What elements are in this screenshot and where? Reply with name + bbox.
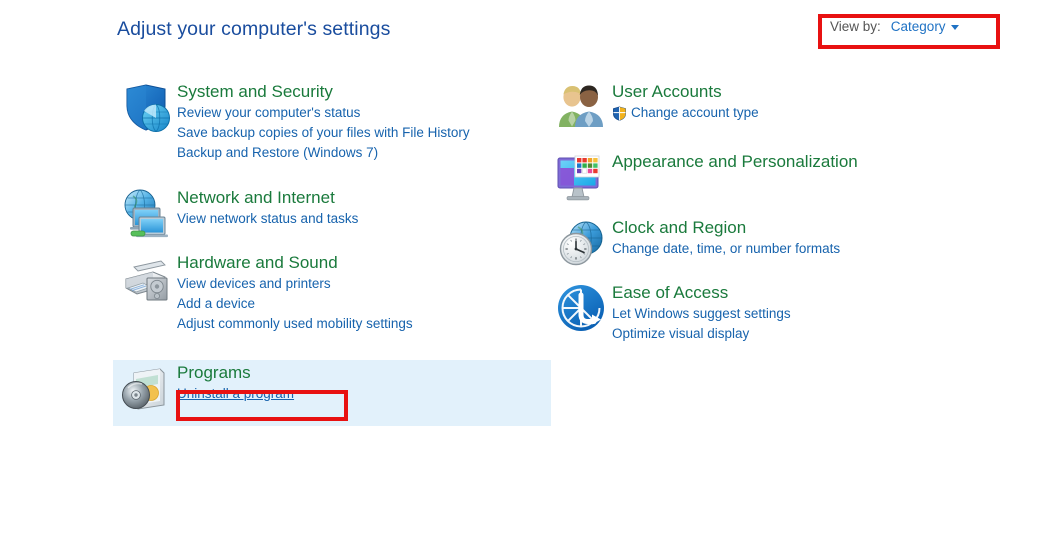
- category-text-block: Hardware and Sound View devices and prin…: [177, 251, 413, 334]
- category-text-block: User Accounts Change account type: [612, 80, 759, 123]
- link-review-your-computers-status[interactable]: Review your computer's status: [177, 103, 360, 123]
- category-user-accounts[interactable]: User Accounts Change account type: [550, 80, 759, 136]
- link-row: Add a device: [177, 294, 413, 314]
- control-panel-page: { "page": { "title": "Adjust your comput…: [0, 0, 1041, 537]
- link-let-windows-suggest-settings[interactable]: Let Windows suggest settings: [612, 304, 791, 324]
- chevron-down-icon: [951, 25, 959, 30]
- shield-globe-icon: [115, 80, 177, 136]
- link-row: Let Windows suggest settings: [612, 304, 791, 324]
- link-optimize-visual-display[interactable]: Optimize visual display: [612, 324, 749, 344]
- category-hardware-and-sound[interactable]: Hardware and Sound View devices and prin…: [115, 251, 413, 334]
- link-row: View network status and tasks: [177, 209, 358, 229]
- category-text-block: Network and Internet View network status…: [177, 186, 358, 229]
- category-text-block: Appearance and Personalization: [612, 150, 858, 173]
- link-row: Uninstall a program: [177, 384, 294, 404]
- link-row: Save backup copies of your files with Fi…: [177, 123, 470, 143]
- link-view-network-status-and-tasks[interactable]: View network status and tasks: [177, 209, 358, 229]
- category-clock-and-region[interactable]: Clock and Region Change date, time, or n…: [550, 216, 840, 272]
- category-title[interactable]: Ease of Access: [612, 282, 791, 304]
- category-ease-of-access[interactable]: Ease of Access Let Windows suggest setti…: [550, 281, 791, 344]
- disc-box-icon: [115, 361, 177, 417]
- link-adjust-mobility-settings[interactable]: Adjust commonly used mobility settings: [177, 314, 413, 334]
- link-add-a-device[interactable]: Add a device: [177, 294, 255, 314]
- view-by-dropdown[interactable]: Category: [891, 19, 959, 34]
- category-title[interactable]: Hardware and Sound: [177, 252, 413, 274]
- category-title[interactable]: Appearance and Personalization: [612, 151, 858, 173]
- link-row: Backup and Restore (Windows 7): [177, 143, 470, 163]
- category-title[interactable]: Network and Internet: [177, 187, 358, 209]
- link-row: View devices and printers: [177, 274, 413, 294]
- link-change-date-time-number-formats[interactable]: Change date, time, or number formats: [612, 239, 840, 259]
- category-text-block: System and Security Review your computer…: [177, 80, 470, 163]
- monitor-palette-icon: [550, 150, 612, 208]
- category-system-and-security[interactable]: System and Security Review your computer…: [115, 80, 470, 163]
- category-title[interactable]: Clock and Region: [612, 217, 840, 239]
- category-title[interactable]: System and Security: [177, 81, 470, 103]
- link-backup-and-restore[interactable]: Backup and Restore (Windows 7): [177, 143, 378, 163]
- uninstall-a-program-link[interactable]: Uninstall a program: [177, 384, 294, 404]
- link-row: Review your computer's status: [177, 103, 470, 123]
- link-view-devices-and-printers[interactable]: View devices and printers: [177, 274, 331, 294]
- category-title[interactable]: User Accounts: [612, 81, 759, 103]
- two-people-icon: [550, 80, 612, 136]
- category-text-block: Programs Uninstall a program: [177, 361, 294, 404]
- uac-shield-icon: [612, 106, 627, 121]
- category-network-and-internet[interactable]: Network and Internet View network status…: [115, 186, 358, 244]
- category-appearance-and-personalization[interactable]: Appearance and Personalization: [550, 150, 858, 208]
- printer-speaker-icon: [115, 251, 177, 309]
- view-by-label: View by:: [830, 19, 881, 34]
- globe-monitors-icon: [115, 186, 177, 244]
- category-programs[interactable]: Programs Uninstall a program: [115, 361, 294, 417]
- link-row: Change account type: [612, 103, 759, 123]
- link-row: Optimize visual display: [612, 324, 791, 344]
- ease-of-access-icon: [550, 281, 612, 335]
- category-text-block: Ease of Access Let Windows suggest setti…: [612, 281, 791, 344]
- view-by-value: Category: [891, 19, 946, 34]
- link-row: Change date, time, or number formats: [612, 239, 840, 259]
- clock-globe-icon: [550, 216, 612, 272]
- view-by-control[interactable]: View by: Category: [830, 19, 959, 34]
- category-text-block: Clock and Region Change date, time, or n…: [612, 216, 840, 259]
- category-title[interactable]: Programs: [177, 362, 294, 384]
- link-save-backup-copies-file-history[interactable]: Save backup copies of your files with Fi…: [177, 123, 470, 143]
- link-row: Adjust commonly used mobility settings: [177, 314, 413, 334]
- link-change-account-type[interactable]: Change account type: [631, 103, 759, 123]
- page-title: Adjust your computer's settings: [117, 18, 390, 41]
